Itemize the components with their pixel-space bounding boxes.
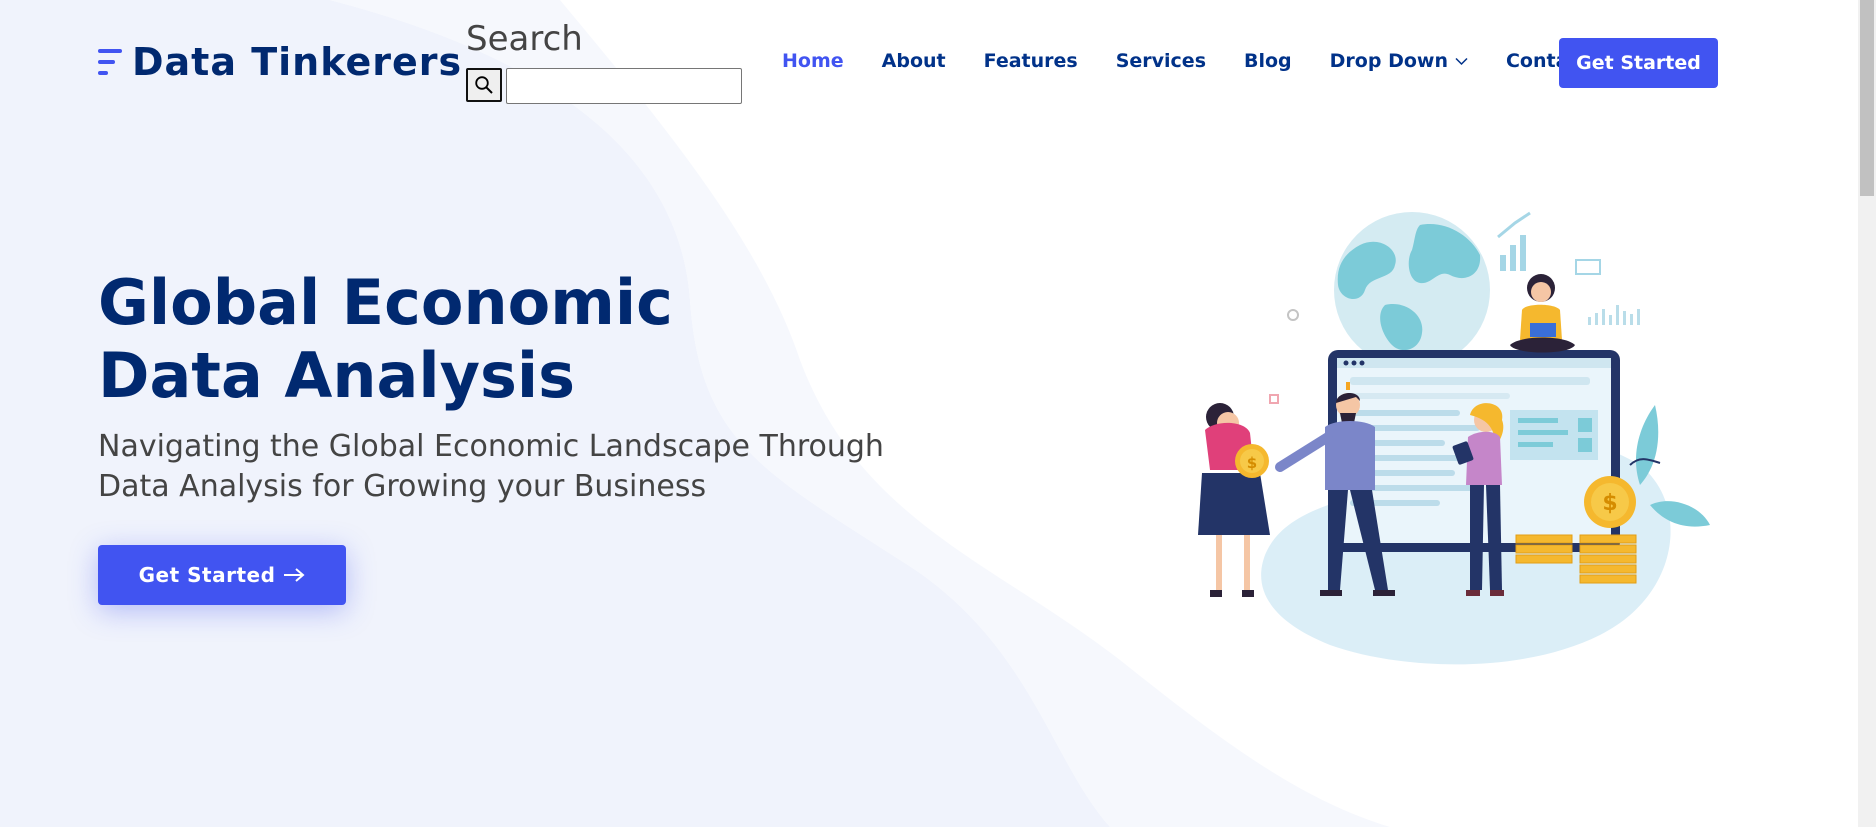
chevron-down-icon	[1455, 57, 1468, 65]
hero-subtitle: Navigating the Global Economic Landscape…	[98, 429, 884, 504]
search-form: Search	[466, 18, 742, 104]
brand-name: Data Tinkerers	[132, 40, 463, 84]
nav-item-dropdown-label: Drop Down	[1329, 50, 1448, 72]
search-label: Search	[466, 19, 583, 59]
nav-item-dropdown[interactable]: Drop Down	[1330, 50, 1468, 72]
search-button[interactable]	[466, 68, 502, 102]
main-nav: Home About Features Services Blog Drop D…	[782, 50, 1627, 72]
nav-item-about[interactable]: About	[882, 50, 946, 72]
scrollbar-thumb[interactable]	[1860, 0, 1874, 196]
nav-item-blog[interactable]: Blog	[1244, 50, 1292, 72]
hero-illustration: $ $	[1198, 211, 1710, 665]
hero-get-started-button[interactable]: Get Started	[98, 545, 346, 605]
nav-item-services[interactable]: Services	[1116, 50, 1206, 72]
search-icon	[475, 76, 493, 94]
page-scrollbar[interactable]	[1858, 0, 1876, 827]
nav-item-features[interactable]: Features	[984, 50, 1078, 72]
arrow-right-icon	[284, 568, 305, 582]
header-get-started-button[interactable]: Get Started	[1559, 38, 1718, 88]
hero-cta-label: Get Started	[138, 563, 276, 587]
svg-text:$: $	[1247, 454, 1257, 472]
nav-item-home[interactable]: Home	[782, 50, 844, 72]
svg-text:$: $	[1602, 491, 1617, 516]
hero-title: Global Economic Data Analysis	[98, 266, 673, 412]
logo-icon	[98, 44, 124, 80]
search-input[interactable]	[506, 68, 742, 104]
brand-logo[interactable]: Data Tinkerers	[98, 40, 462, 84]
